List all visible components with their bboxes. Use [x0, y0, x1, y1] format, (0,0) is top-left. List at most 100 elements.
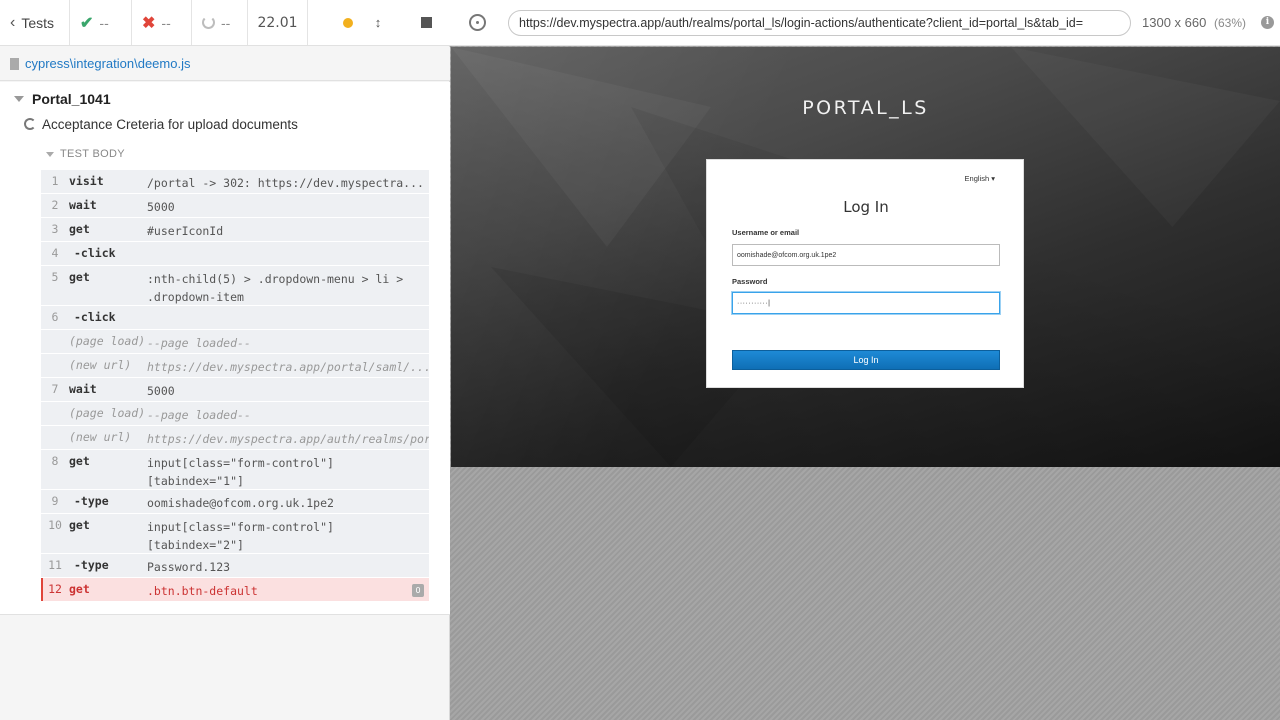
- brand-title: PORTAL_LS: [802, 97, 929, 119]
- spec-path-link[interactable]: cypress\integration\deemo.js: [25, 56, 190, 71]
- test-body-label: TEST BODY: [60, 148, 125, 160]
- command-number: 3: [51, 222, 59, 236]
- command-name: get: [69, 222, 90, 236]
- close-icon: ✖: [142, 14, 156, 32]
- command-row[interactable]: 1 visit/portal -> 302: https://dev.myspec…: [41, 170, 429, 194]
- username-field[interactable]: oomishade@ofcom.org.uk.1pe2: [732, 244, 1000, 266]
- command-log: 1 visit/portal -> 302: https://dev.myspec…: [41, 170, 429, 602]
- passed-count: ✔ --: [70, 0, 132, 45]
- viewport-info: 1300 x 660 (63%): [1142, 15, 1246, 30]
- command-message: 5000: [147, 384, 175, 398]
- command-row[interactable]: 11 -type Password.123: [41, 554, 429, 578]
- command-name: -type: [74, 494, 109, 508]
- command-number: 4: [51, 246, 59, 260]
- command-name: visit: [69, 174, 104, 188]
- command-message: [147, 242, 429, 246]
- chevron-left-icon: ‹: [10, 13, 16, 31]
- command-message: Password.123: [147, 560, 231, 574]
- test-title: Acceptance Creteria for upload documents: [42, 116, 298, 132]
- command-name: (page load): [69, 334, 146, 348]
- tests-label: Tests: [21, 14, 55, 31]
- command-message: :nth-child(5) > .dropdown-menu > li > .d…: [147, 272, 404, 304]
- suite-title: Portal_1041: [32, 91, 111, 107]
- command-message: --page loaded--: [147, 336, 251, 350]
- command-number: 12: [48, 582, 62, 596]
- command-row[interactable]: 4 -click: [41, 242, 429, 266]
- command-event-row[interactable]: (new url) https://dev.myspectra.app/porta…: [41, 354, 429, 378]
- run-controls: ↕: [308, 0, 450, 45]
- command-number: 5: [51, 270, 59, 284]
- file-icon: [10, 57, 19, 70]
- command-name: get: [69, 582, 90, 596]
- command-message: input[class="form-control"] [tabindex="1…: [147, 456, 334, 488]
- test-item[interactable]: Acceptance Creteria for upload documents: [24, 114, 298, 134]
- command-row[interactable]: 8 get input[class="form-control"] [tabinde…: [41, 450, 429, 490]
- command-number: 7: [51, 382, 59, 396]
- reporter-panel: ‹ Tests ✔ -- ✖ -- -- 22.01 ↕ cypress\int…: [0, 0, 450, 720]
- command-name: get: [69, 270, 90, 284]
- failed-value: --: [161, 14, 171, 31]
- spinner-icon: [202, 16, 215, 29]
- passed-value: --: [99, 14, 109, 31]
- command-number: 8: [51, 454, 59, 468]
- command-number: 11: [48, 558, 62, 572]
- command-row[interactable]: 5 get :nth-child(5) > .dropdown-menu > li …: [41, 266, 429, 306]
- runnable-list: Portal_1041 Acceptance Creteria for uplo…: [0, 82, 450, 615]
- collapse-caret-icon: [14, 96, 24, 102]
- tests-nav-button[interactable]: ‹ Tests: [0, 0, 70, 45]
- pending-value: --: [221, 14, 231, 31]
- command-message: https://dev.myspectra.app/auth/realms/po…: [147, 432, 429, 446]
- command-event-row[interactable]: (page load) --page loaded--: [41, 402, 429, 426]
- command-row[interactable]: 6 -click: [41, 306, 429, 330]
- spec-path-bar: cypress\integration\deemo.js: [0, 47, 450, 81]
- test-body-toggle[interactable]: TEST BODY: [46, 148, 125, 160]
- info-icon[interactable]: i: [1261, 16, 1274, 29]
- command-row[interactable]: 7 wait 5000: [41, 378, 429, 402]
- command-number: [41, 426, 69, 430]
- check-icon: ✔: [80, 14, 94, 32]
- suite-item[interactable]: Portal_1041: [14, 87, 111, 111]
- duration: 22.01: [248, 0, 308, 45]
- command-number: 9: [51, 494, 59, 508]
- auto-scroll-toggle[interactable]: ↕: [374, 15, 382, 30]
- command-message: #userIconId: [147, 224, 224, 238]
- command-number: 6: [51, 310, 59, 324]
- command-row[interactable]: 9 -type oomishade@ofcom.org.uk.1pe2: [41, 490, 429, 514]
- refresh-icon: [24, 118, 36, 130]
- login-button[interactable]: Log In: [732, 350, 1000, 370]
- command-name: -click: [74, 246, 116, 260]
- command-event-row[interactable]: (new url) https://dev.myspectra.app/auth/…: [41, 426, 429, 450]
- command-message: [147, 306, 429, 310]
- element-count-badge: 0: [412, 584, 424, 597]
- command-message: .btn.btn-default: [147, 584, 258, 598]
- command-event-row[interactable]: (page load) --page loaded--: [41, 330, 429, 354]
- language-selector[interactable]: English ▾: [965, 174, 995, 183]
- username-label: Username or email: [732, 228, 800, 237]
- command-name: (new url): [69, 358, 132, 372]
- cypress-runner: ‹ Tests ✔ -- ✖ -- -- 22.01 ↕ cypress\int…: [0, 0, 1280, 720]
- scroll-arrows-icon: ↕: [374, 15, 382, 30]
- command-message: oomishade@ofcom.org.uk.1pe2: [147, 496, 334, 510]
- aut-iframe: PORTAL_LS English ▾ Log In Username or e…: [451, 47, 1280, 467]
- command-row[interactable]: 2 wait 5000: [41, 194, 429, 218]
- command-name: wait: [69, 198, 97, 212]
- stats-bar: ‹ Tests ✔ -- ✖ -- -- 22.01 ↕: [0, 0, 450, 46]
- command-number: 1: [51, 174, 59, 188]
- stop-button[interactable]: [421, 17, 432, 28]
- background-facet: [1011, 47, 1280, 227]
- command-row[interactable]: 10 get input[class="form-control"] [tabind…: [41, 514, 429, 554]
- password-field[interactable]: ···········|: [732, 292, 1000, 314]
- command-name: wait: [69, 382, 97, 396]
- aut-header: https://dev.myspectra.app/auth/realms/po…: [450, 0, 1280, 46]
- command-name: (new url): [69, 430, 132, 444]
- failed-count: ✖ --: [132, 0, 192, 45]
- command-row[interactable]: 3 get #userIconId: [41, 218, 429, 242]
- command-row[interactable]: 12 get .btn.btn-default 0: [41, 578, 429, 602]
- selector-playground-button[interactable]: [469, 14, 486, 31]
- collapse-caret-icon: [46, 151, 54, 157]
- command-name: get: [69, 454, 90, 468]
- command-name: get: [69, 518, 90, 532]
- aut-url-bar[interactable]: https://dev.myspectra.app/auth/realms/po…: [508, 10, 1131, 36]
- command-message: 5000: [147, 200, 175, 214]
- command-message: https://dev.myspectra.app/portal/saml/..…: [147, 360, 429, 374]
